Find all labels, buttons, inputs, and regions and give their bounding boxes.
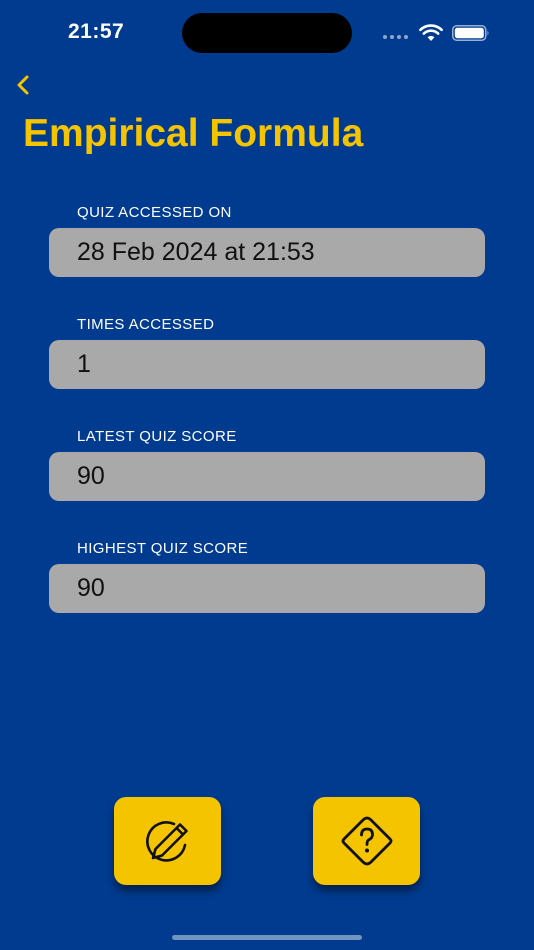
home-indicator xyxy=(172,935,362,940)
highest-score-value: 90 xyxy=(49,564,485,613)
cellular-signal-icon xyxy=(383,35,411,41)
times-accessed-label: TIMES ACCESSED xyxy=(77,316,215,333)
status-time: 21:57 xyxy=(68,20,125,43)
quiz-button[interactable] xyxy=(313,797,420,885)
highest-score-label: HIGHEST QUIZ SCORE xyxy=(77,540,249,557)
pencil-circle-icon xyxy=(145,821,188,862)
chevron-left-icon xyxy=(17,75,29,95)
wifi-icon xyxy=(419,24,443,41)
dynamic-island xyxy=(182,13,352,53)
question-diamond-icon xyxy=(341,816,392,866)
edit-button[interactable] xyxy=(114,797,221,885)
times-accessed-value: 1 xyxy=(49,340,485,389)
latest-score-value: 90 xyxy=(49,452,485,501)
back-button[interactable] xyxy=(8,68,40,102)
quiz-accessed-label: QUIZ ACCESSED ON xyxy=(77,204,232,221)
quiz-accessed-value: 28 Feb 2024 at 21:53 xyxy=(49,228,485,277)
page-title: Empirical Formula xyxy=(23,112,364,155)
status-bar: 21:57 xyxy=(0,0,534,64)
battery-icon xyxy=(452,25,489,41)
latest-score-label: LATEST QUIZ SCORE xyxy=(77,428,237,445)
